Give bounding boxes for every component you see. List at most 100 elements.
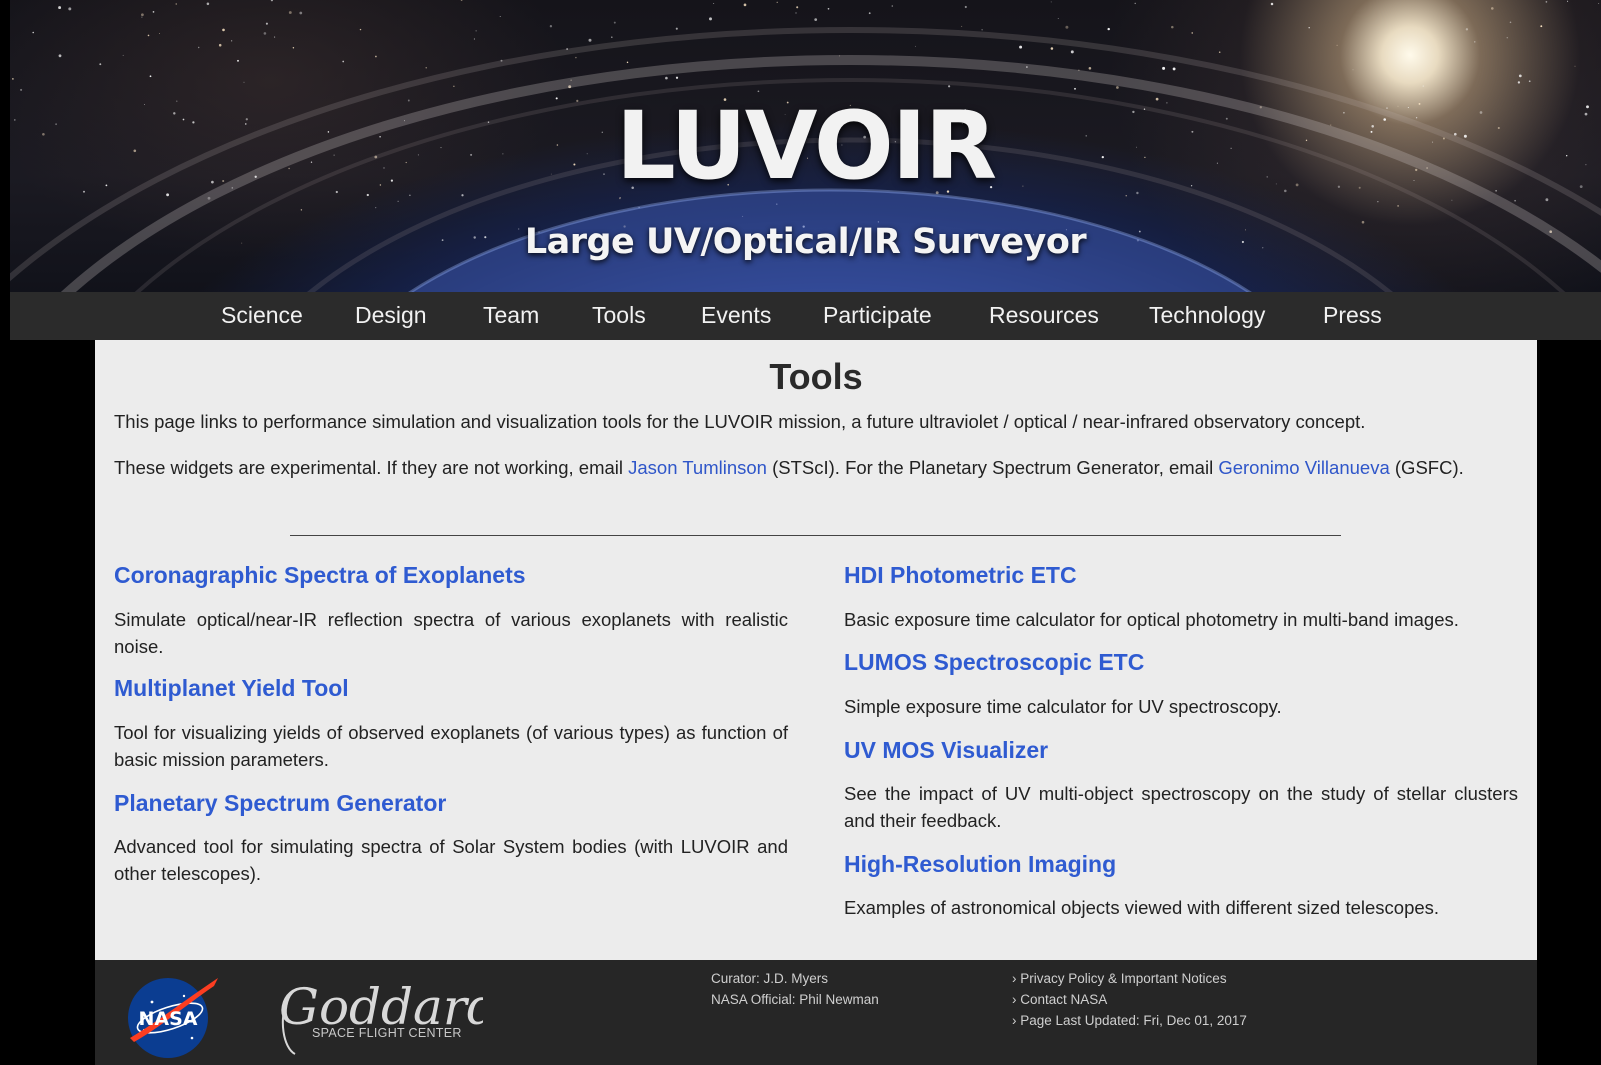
star xyxy=(961,25,963,27)
star xyxy=(263,32,267,35)
star xyxy=(218,43,222,47)
nasa-official-text: NASA Official: Phil Newman xyxy=(711,992,879,1007)
goddard-logo[interactable]: Goddard xyxy=(273,968,483,1058)
footer: NASA Goddard SPACE FLIGHT CENTER Curator… xyxy=(95,960,1537,1065)
planetary-spectrum-link[interactable]: Planetary Spectrum Generator xyxy=(114,788,788,818)
nav-item-events[interactable]: Events xyxy=(701,301,771,329)
star xyxy=(1422,85,1424,87)
star xyxy=(1451,199,1453,201)
star xyxy=(300,209,303,211)
star xyxy=(197,46,200,49)
star xyxy=(366,193,369,197)
goddard-subtitle: SPACE FLIGHT CENTER xyxy=(312,1026,462,1040)
contact-text-post: (GSFC). xyxy=(1389,457,1464,478)
star xyxy=(611,36,613,38)
nav-item-tools[interactable]: Tools xyxy=(592,301,646,329)
nav-item-resources[interactable]: Resources xyxy=(989,301,1099,329)
nasa-logo[interactable]: NASA xyxy=(122,972,220,1060)
star xyxy=(981,29,983,31)
star xyxy=(99,63,102,66)
last-updated-text: › Page Last Updated: Fri, Dec 01, 2017 xyxy=(1012,1013,1247,1028)
star xyxy=(265,22,268,25)
lumos-spectroscopic-etc-link[interactable]: LUMOS Spectroscopic ETC xyxy=(844,647,1518,677)
star xyxy=(359,28,362,31)
star xyxy=(665,76,668,80)
star xyxy=(1465,28,1469,31)
star xyxy=(1545,198,1549,202)
privacy-policy-link[interactable]: › Privacy Policy & Important Notices xyxy=(1012,968,1227,989)
star xyxy=(375,55,377,58)
multiplanet-yield-desc: Tool for visualizing yields of observed … xyxy=(114,722,788,770)
star xyxy=(549,25,553,28)
nav-item-participate[interactable]: Participate xyxy=(823,301,932,329)
star xyxy=(1191,32,1193,34)
star xyxy=(12,78,14,80)
star xyxy=(152,11,155,13)
star xyxy=(409,194,411,196)
star xyxy=(914,45,916,47)
star xyxy=(1567,0,1569,2)
star xyxy=(1125,195,1127,197)
star xyxy=(206,2,210,6)
high-resolution-imaging-link[interactable]: High-Resolution Imaging xyxy=(844,849,1518,879)
hdi-photometric-etc-desc: Basic exposure time calculator for optic… xyxy=(844,609,1459,630)
star xyxy=(1352,69,1354,71)
site-title: LUVOIR xyxy=(615,92,997,201)
star xyxy=(1171,25,1174,29)
star xyxy=(776,1,778,3)
star xyxy=(1517,81,1521,84)
uv-mos-visualizer-link[interactable]: UV MOS Visualizer xyxy=(844,735,1518,765)
star xyxy=(1474,41,1476,43)
star xyxy=(1509,21,1512,24)
multiplanet-yield-link[interactable]: Multiplanet Yield Tool xyxy=(114,673,788,703)
star xyxy=(149,75,152,78)
nav-item-technology[interactable]: Technology xyxy=(1149,301,1265,329)
hdi-photometric-etc-link[interactable]: HDI Photometric ETC xyxy=(844,560,1518,590)
star xyxy=(1116,86,1119,89)
star xyxy=(1074,87,1076,90)
main-content: Tools This page links to performance sim… xyxy=(95,340,1537,960)
page-title: Tools xyxy=(769,356,863,397)
star xyxy=(588,38,592,42)
nav-item-team[interactable]: Team xyxy=(483,301,539,329)
star xyxy=(1598,3,1600,4)
star xyxy=(1514,199,1516,202)
star xyxy=(159,32,160,34)
coronagraphic-spectra-desc: Simulate optical/near-IR reflection spec… xyxy=(114,609,788,657)
star xyxy=(1490,7,1494,10)
uv-mos-visualizer-desc: See the impact of UV multi-object spectr… xyxy=(844,783,1518,831)
coronagraphic-spectra-link[interactable]: Coronagraphic Spectra of Exoplanets xyxy=(114,560,788,590)
star xyxy=(243,81,245,83)
star xyxy=(270,0,273,2)
star xyxy=(1050,1,1052,3)
nav-item-design[interactable]: Design xyxy=(355,301,427,329)
star xyxy=(1050,47,1054,50)
star xyxy=(1506,36,1509,39)
high-resolution-imaging-desc: Examples of astronomical objects viewed … xyxy=(844,897,1440,918)
star xyxy=(299,11,303,15)
star xyxy=(58,54,62,58)
star xyxy=(795,12,797,14)
page: LUVOIR Large UV/Optical/IR Surveyor Scie… xyxy=(0,0,1601,1065)
star xyxy=(1134,2,1136,5)
contact-nasa-link[interactable]: › Contact NASA xyxy=(1012,989,1107,1010)
jason-tumlinson-link[interactable]: Jason Tumlinson xyxy=(628,457,767,478)
star xyxy=(1057,18,1059,20)
star xyxy=(1545,1,1548,3)
star xyxy=(231,40,233,42)
star xyxy=(1308,26,1310,29)
star xyxy=(461,194,464,197)
star xyxy=(175,3,177,5)
star xyxy=(288,11,292,14)
geronimo-villanueva-link[interactable]: Geronimo Villanueva xyxy=(1218,457,1389,478)
star xyxy=(1218,51,1221,53)
star xyxy=(141,16,143,18)
site-subtitle: Large UV/Optical/IR Surveyor xyxy=(524,222,1087,262)
nav-item-press[interactable]: Press xyxy=(1323,301,1382,329)
nav-item-science[interactable]: Science xyxy=(221,301,303,329)
star xyxy=(1574,65,1576,67)
star xyxy=(499,16,501,17)
star xyxy=(675,76,679,79)
star xyxy=(141,13,144,17)
star xyxy=(743,3,747,7)
